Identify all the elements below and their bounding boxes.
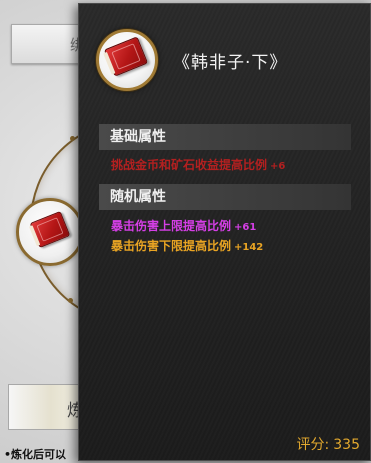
stat-label: 暴击伤害上限提高比例 [111, 219, 232, 233]
item-name: 《韩非子·下》 [173, 53, 288, 73]
item-score: 评分: 335 [297, 434, 360, 454]
item-icon-frame [96, 29, 158, 91]
item-tooltip: 《韩非子·下》 基础属性 挑战金币和矿石收益提高比例 +6 随机属性 暴击伤害上限… [78, 3, 371, 461]
base-stat-line: 挑战金币和矿石收益提高比例 +6 [111, 156, 285, 173]
score-value: 335 [333, 437, 360, 453]
ring-ornament [68, 298, 73, 303]
ring-ornament [70, 136, 75, 141]
stat-bonus: +61 [234, 222, 257, 233]
score-label: 评分: [296, 437, 330, 453]
stat-bonus: +6 [270, 161, 286, 172]
refine-note: •炼化后可以 [4, 448, 67, 461]
base-attributes-header: 基础属性 [99, 124, 351, 150]
random-stat-line: 暴击伤害上限提高比例 +61 [111, 217, 256, 234]
stat-bonus: +142 [234, 242, 264, 253]
stat-label: 暴击伤害下限提高比例 [111, 239, 232, 253]
refine-button[interactable]: 炼 [8, 384, 86, 430]
red-book-icon [29, 210, 71, 249]
stat-label: 挑战金币和矿石收益提高比例 [111, 158, 268, 172]
random-stat-line: 暴击伤害下限提高比例 +142 [111, 237, 263, 254]
equipped-item-slot[interactable] [16, 198, 84, 266]
random-attributes-header: 随机属性 [99, 184, 351, 210]
red-book-icon [103, 36, 149, 77]
